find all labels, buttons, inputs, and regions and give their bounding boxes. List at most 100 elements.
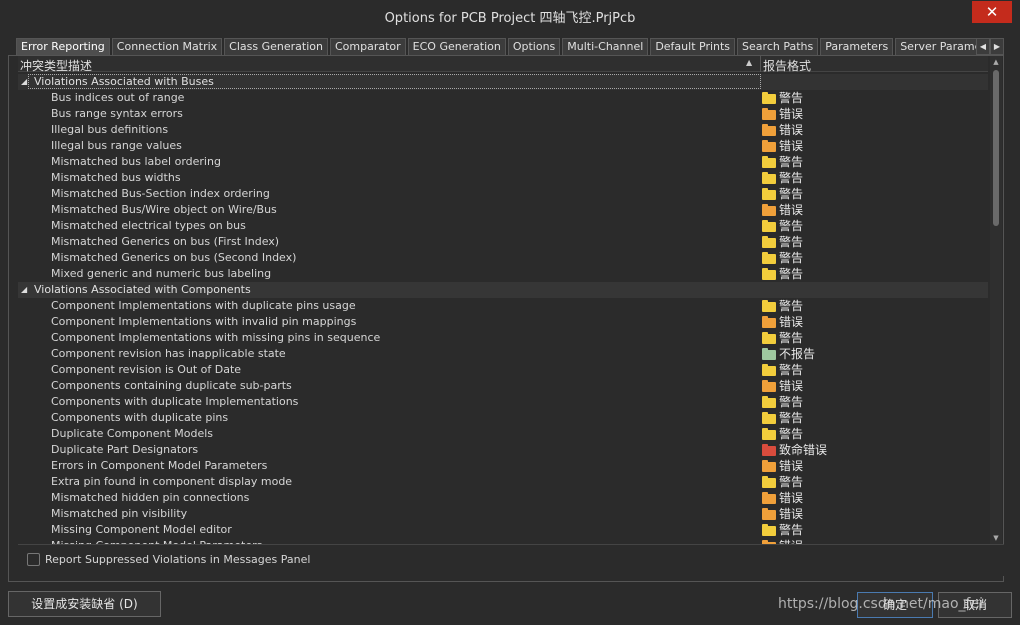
violation-label: Component Implementations with missing p… (51, 331, 381, 344)
violation-row[interactable]: Illegal bus range values 错误 (18, 138, 988, 154)
folder-icon (762, 332, 776, 344)
folder-icon (762, 476, 776, 488)
report-mode-value[interactable]: 警告 (779, 298, 803, 314)
report-mode-value[interactable]: 警告 (779, 426, 803, 442)
violation-row[interactable]: Component revision has inapplicable stat… (18, 346, 988, 362)
tab-default-prints[interactable]: Default Prints (650, 38, 736, 55)
violation-row[interactable]: Components containing duplicate sub-part… (18, 378, 988, 394)
tab-connection-matrix[interactable]: Connection Matrix (111, 38, 223, 55)
report-mode-value[interactable]: 警告 (779, 186, 803, 202)
report-mode-value[interactable]: 错误 (779, 506, 803, 522)
violation-row[interactable]: Mismatched hidden pin connections 错误 (18, 490, 988, 506)
report-mode-value[interactable]: 警告 (779, 266, 803, 282)
report-suppressed-checkbox[interactable] (27, 553, 40, 566)
tab-scroll-right-button[interactable]: ▶ (990, 38, 1004, 55)
violation-group-row[interactable]: ◢ Violations Associated with Buses (18, 74, 988, 90)
violation-row[interactable]: Duplicate Component Models 警告 (18, 426, 988, 442)
scroll-down-icon[interactable]: ▼ (990, 532, 1002, 544)
violation-row[interactable]: Extra pin found in component display mod… (18, 474, 988, 490)
violation-row[interactable]: Component Implementations with missing p… (18, 330, 988, 346)
violation-row[interactable]: Component revision is Out of Date 警告 (18, 362, 988, 378)
violation-row[interactable]: Mismatched pin visibility 错误 (18, 506, 988, 522)
tab-multi-channel[interactable]: Multi-Channel (562, 38, 649, 55)
group-label: Violations Associated with Components (34, 283, 251, 296)
report-mode-value[interactable]: 警告 (779, 154, 803, 170)
collapse-triangle-icon[interactable]: ◢ (21, 74, 27, 90)
report-mode-value[interactable]: 警告 (779, 410, 803, 426)
violation-row[interactable]: Component Implementations with invalid p… (18, 314, 988, 330)
tab-scroll-left-button[interactable]: ◀ (976, 38, 990, 55)
violation-label: Mixed generic and numeric bus labeling (51, 267, 272, 280)
tab-strip: Error Reporting Connection Matrix Class Ge… (16, 38, 1004, 55)
column-header-violation-type[interactable]: 冲突类型描述 (20, 57, 92, 74)
tab-options[interactable]: Options (507, 38, 561, 55)
report-mode-value[interactable]: 错误 (779, 202, 803, 218)
vertical-scrollbar[interactable]: ▲ ▼ (990, 56, 1002, 544)
violation-list: ◢ Violations Associated with Buses Bus ind… (18, 74, 988, 544)
violation-row[interactable]: Mismatched bus widths 警告 (18, 170, 988, 186)
folder-icon (762, 140, 776, 152)
report-mode-value[interactable]: 错误 (779, 490, 803, 506)
violation-row[interactable]: Mismatched Bus/Wire object on Wire/Bus 错误 (18, 202, 988, 218)
violation-row[interactable]: Mismatched Generics on bus (Second Index… (18, 250, 988, 266)
violation-row[interactable]: Components with duplicate Implementation… (18, 394, 988, 410)
report-mode-value[interactable]: 警告 (779, 234, 803, 250)
violation-label: Component revision is Out of Date (51, 363, 242, 376)
violation-group-row[interactable]: ◢ Violations Associated with Components (18, 282, 988, 298)
report-mode-value[interactable]: 警告 (779, 330, 803, 346)
violation-row[interactable]: Missing Component Model editor 警告 (18, 522, 988, 538)
report-mode-value[interactable]: 不报告 (779, 346, 815, 362)
tab-error-reporting[interactable]: Error Reporting (16, 38, 110, 55)
report-mode-value[interactable]: 错误 (779, 122, 803, 138)
violation-row[interactable]: Mismatched electrical types on bus 警告 (18, 218, 988, 234)
folder-icon (762, 380, 776, 392)
scroll-up-icon[interactable]: ▲ (990, 56, 1002, 68)
violation-row[interactable]: Bus range syntax errors 错误 (18, 106, 988, 122)
set-installation-defaults-button[interactable]: 设置成安装缺省 (D) (8, 591, 161, 617)
column-divider[interactable] (760, 56, 761, 72)
scrollbar-thumb[interactable] (993, 70, 999, 226)
violation-label: Component revision has inapplicable stat… (51, 347, 286, 360)
violation-row[interactable]: Errors in Component Model Parameters 错误 (18, 458, 988, 474)
folder-icon (762, 236, 776, 248)
column-header-report-mode[interactable]: 报告格式 (763, 57, 811, 74)
report-mode-value[interactable]: 警告 (779, 394, 803, 410)
violation-label: Components with duplicate Implementation… (51, 395, 299, 408)
violation-row[interactable]: Mixed generic and numeric bus labeling 警告 (18, 266, 988, 282)
report-mode-value[interactable]: 错误 (779, 458, 803, 474)
close-button[interactable]: ✕ (972, 1, 1012, 23)
report-mode-value[interactable]: 错误 (779, 106, 803, 122)
tab-comparator[interactable]: Comparator (329, 38, 406, 55)
tab-eco-generation[interactable]: ECO Generation (407, 38, 506, 55)
violation-row[interactable]: Illegal bus definitions 错误 (18, 122, 988, 138)
violation-row[interactable]: Components with duplicate pins 警告 (18, 410, 988, 426)
violation-row[interactable]: Mismatched Generics on bus (First Index)… (18, 234, 988, 250)
report-mode-value[interactable]: 错误 (779, 314, 803, 330)
report-mode-value[interactable]: 警告 (779, 218, 803, 234)
report-mode-value[interactable]: 警告 (779, 250, 803, 266)
violation-row[interactable]: Duplicate Part Designators 致命错误 (18, 442, 988, 458)
report-mode-value[interactable]: 致命错误 (779, 442, 827, 458)
report-mode-value[interactable]: 警告 (779, 90, 803, 106)
violation-row[interactable]: Mismatched bus label ordering 警告 (18, 154, 988, 170)
tab-class-generation[interactable]: Class Generation (224, 38, 328, 55)
violation-row[interactable]: Mismatched Bus-Section index ordering 警告 (18, 186, 988, 202)
collapse-triangle-icon[interactable]: ◢ (21, 282, 27, 298)
tab-search-paths[interactable]: Search Paths (737, 38, 819, 55)
folder-icon (762, 428, 776, 440)
report-mode-value[interactable]: 警告 (779, 522, 803, 538)
violation-label: Mismatched hidden pin connections (51, 491, 250, 504)
violation-row[interactable]: Component Implementations with duplicate… (18, 298, 988, 314)
folder-icon (762, 252, 776, 264)
tab-parameters[interactable]: Parameters (820, 38, 894, 55)
window-title: Options for PCB Project 四轴飞控.PrjPcb (384, 11, 636, 26)
title-bar: Options for PCB Project 四轴飞控.PrjPcb ✕ (0, 0, 1020, 30)
violation-label: Components with duplicate pins (51, 411, 229, 424)
report-mode-value[interactable]: 警告 (779, 170, 803, 186)
violation-row[interactable]: Bus indices out of range 警告 (18, 90, 988, 106)
report-mode-value[interactable]: 警告 (779, 474, 803, 490)
report-mode-value[interactable]: 警告 (779, 362, 803, 378)
folder-icon (762, 188, 776, 200)
report-mode-value[interactable]: 错误 (779, 138, 803, 154)
report-mode-value[interactable]: 错误 (779, 378, 803, 394)
